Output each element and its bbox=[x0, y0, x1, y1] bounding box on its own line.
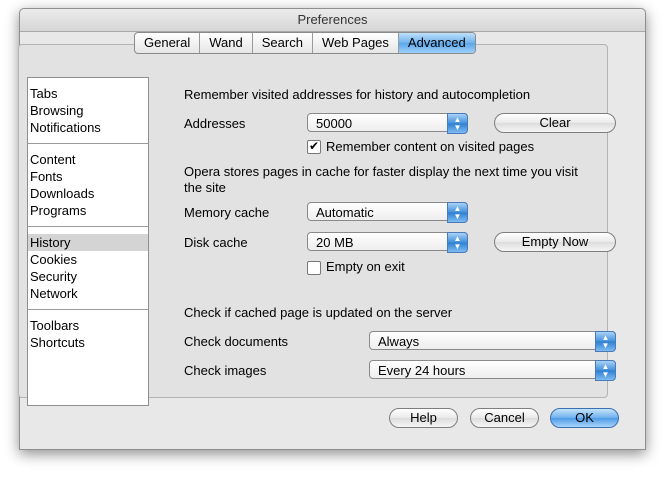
tab-general[interactable]: General bbox=[135, 33, 201, 53]
cache-heading: Opera stores pages in cache for faster d… bbox=[184, 164, 578, 195]
tab-search[interactable]: Search bbox=[253, 33, 313, 53]
empty-now-button[interactable]: Empty Now bbox=[494, 232, 616, 252]
disk-cache-label: Disk cache bbox=[184, 235, 248, 250]
remember-content-checkbox[interactable]: ✔ bbox=[307, 140, 321, 154]
check-heading: Check if cached page is updated on the s… bbox=[184, 305, 453, 320]
sidebar-item-downloads[interactable]: Downloads bbox=[28, 185, 148, 202]
memory-cache-select[interactable]: Automatic ▲ ▼ bbox=[307, 202, 468, 223]
check-documents-value: Always bbox=[378, 334, 420, 349]
sidebar-item-toolbars[interactable]: Toolbars bbox=[28, 317, 148, 334]
stepper-arrows-icon: ▲ ▼ bbox=[447, 113, 468, 134]
stepper-arrows-icon: ▲ ▼ bbox=[595, 331, 616, 352]
sidebar-item-network[interactable]: Network bbox=[28, 285, 148, 302]
sidebar-item-browsing[interactable]: Browsing bbox=[28, 102, 148, 119]
cancel-button[interactable]: Cancel bbox=[470, 408, 539, 428]
empty-on-exit-label: Empty on exit bbox=[326, 259, 405, 274]
check-images-label: Check images bbox=[184, 363, 267, 378]
sidebar-item-shortcuts[interactable]: Shortcuts bbox=[28, 334, 148, 351]
help-button[interactable]: Help bbox=[389, 408, 458, 428]
check-documents-select[interactable]: Always ▲ ▼ bbox=[369, 331, 616, 352]
addresses-select[interactable]: 50000 ▲ ▼ bbox=[307, 113, 468, 134]
stepper-arrows-icon: ▲ ▼ bbox=[447, 202, 468, 223]
tab-wand[interactable]: Wand bbox=[200, 33, 253, 53]
remember-heading: Remember visited addresses for history a… bbox=[184, 87, 531, 102]
sidebar-group: Content Fonts Downloads Programs bbox=[28, 144, 148, 227]
sidebar-item-notifications[interactable]: Notifications bbox=[28, 119, 148, 136]
ok-button[interactable]: OK bbox=[550, 408, 619, 428]
sidebar-item-content[interactable]: Content bbox=[28, 151, 148, 168]
stepper-arrows-icon: ▲ ▼ bbox=[447, 232, 468, 253]
sidebar-group: History Cookies Security Network bbox=[28, 227, 148, 310]
tab-advanced[interactable]: Advanced bbox=[398, 33, 475, 53]
sidebar-item-security[interactable]: Security bbox=[28, 268, 148, 285]
tab-bar: General Wand Search Web Pages Advanced bbox=[134, 32, 476, 54]
disk-cache-value: 20 MB bbox=[316, 235, 354, 250]
disk-cache-select[interactable]: 20 MB ▲ ▼ bbox=[307, 232, 468, 253]
addresses-value: 50000 bbox=[316, 116, 353, 131]
addresses-label: Addresses bbox=[184, 116, 246, 131]
memory-cache-value: Automatic bbox=[316, 205, 374, 220]
sidebar-item-history[interactable]: History bbox=[28, 234, 148, 251]
clear-button[interactable]: Clear bbox=[494, 113, 616, 133]
check-images-value: Every 24 hours bbox=[378, 363, 466, 378]
sidebar-item-programs[interactable]: Programs bbox=[28, 202, 148, 219]
memory-cache-label: Memory cache bbox=[184, 205, 270, 220]
sidebar-group: Toolbars Shortcuts bbox=[28, 310, 148, 358]
sidebar-item-cookies[interactable]: Cookies bbox=[28, 251, 148, 268]
check-images-select[interactable]: Every 24 hours ▲ ▼ bbox=[369, 360, 616, 381]
sidebar-group: Tabs Browsing Notifications bbox=[28, 78, 148, 144]
sidebar: Tabs Browsing Notifications Content Font… bbox=[27, 77, 149, 406]
check-documents-label: Check documents bbox=[184, 334, 289, 349]
remember-content-label: Remember content on visited pages bbox=[326, 139, 535, 154]
stepper-arrows-icon: ▲ ▼ bbox=[595, 360, 616, 381]
sidebar-item-tabs[interactable]: Tabs bbox=[28, 85, 148, 102]
window-title: Preferences bbox=[20, 9, 645, 32]
empty-on-exit-checkbox[interactable] bbox=[307, 261, 321, 275]
sidebar-item-fonts[interactable]: Fonts bbox=[28, 168, 148, 185]
tab-web-pages[interactable]: Web Pages bbox=[313, 33, 399, 53]
